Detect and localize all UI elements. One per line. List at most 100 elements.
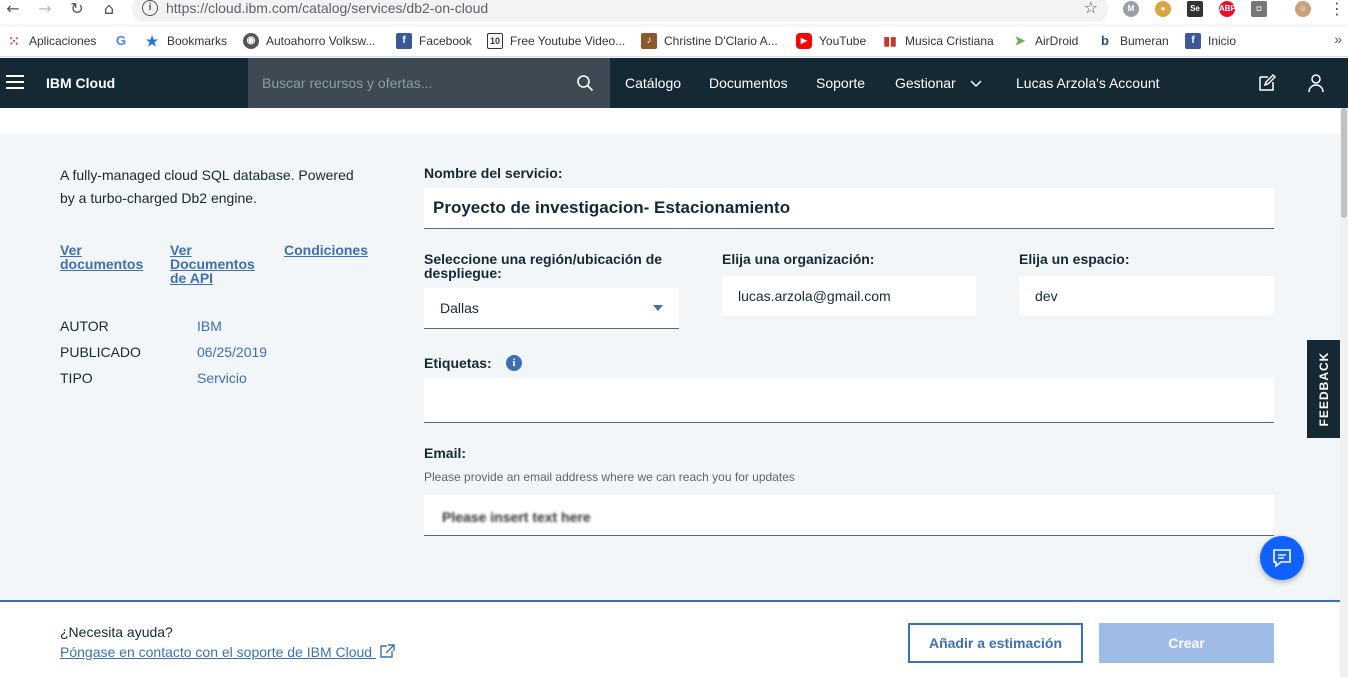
airdroid-icon: ➤ xyxy=(1014,33,1026,48)
link-line: de API xyxy=(170,270,214,286)
bookmark-label: Free Youtube Video... xyxy=(510,34,626,48)
bookmark-apps[interactable]: ⁙ Aplicaciones xyxy=(6,32,96,50)
ibm-cloud-header: IBM Cloud Catálogo Documentos Soporte Ge… xyxy=(0,58,1348,108)
facebook-icon: f xyxy=(1185,33,1201,49)
meta-key-type: TIPO xyxy=(60,370,93,386)
region-selected-value: Dallas xyxy=(440,300,479,316)
service-description: A fully-managed cloud SQL database. Powe… xyxy=(60,167,354,206)
region-select[interactable]: Dallas xyxy=(424,288,679,329)
meta-key-published: PUBLICADO xyxy=(60,344,141,360)
more-bookmarks-icon[interactable]: » xyxy=(1334,31,1342,47)
top-strip xyxy=(0,108,1340,134)
bookmark-label: Bumeran xyxy=(1120,34,1169,48)
search-icon[interactable] xyxy=(576,74,594,92)
profile-avatar-icon[interactable]: ☺ xyxy=(1295,1,1311,17)
add-to-estimate-button[interactable]: Añadir a estimación xyxy=(908,623,1083,663)
bookmark-bumeran[interactable]: b Bumeran xyxy=(1097,32,1169,50)
terms-link[interactable]: Condiciones xyxy=(284,243,368,257)
bookmark-airdroid[interactable]: ➤ AirDroid xyxy=(1012,32,1079,50)
org-label: Elija una organización: xyxy=(722,251,875,267)
tags-label: Etiquetas: xyxy=(424,355,492,371)
support-link[interactable]: Póngase en contacto con el soporte de IB… xyxy=(60,644,395,660)
extension-m-icon[interactable]: M xyxy=(1123,1,1139,17)
bookmark-bookmarks[interactable]: ★ Bookmarks xyxy=(144,32,227,50)
view-api-docs-link[interactable]: Ver Documentos de API xyxy=(170,243,255,285)
youtube-icon: ▶ xyxy=(796,33,812,49)
bookmark-label: Aplicaciones xyxy=(29,34,97,48)
address-bar[interactable]: i https://cloud.ibm.com/catalog/services… xyxy=(132,0,1108,22)
bookmark-star-icon[interactable]: ☆ xyxy=(1084,0,1098,17)
service-name-input[interactable] xyxy=(424,188,1274,229)
email-label: Email: xyxy=(424,445,467,461)
nav-account[interactable]: Lucas Arzola's Account xyxy=(1016,75,1160,91)
nav-manage[interactable]: Gestionar xyxy=(895,75,956,91)
bookmark-inicio[interactable]: f Inicio xyxy=(1185,32,1236,50)
scrollbar-thumb[interactable] xyxy=(1341,108,1347,218)
space-input[interactable] xyxy=(1019,276,1274,315)
adblock-plus-icon[interactable]: ABP xyxy=(1219,1,1236,17)
view-docs-link[interactable]: Ver documentos xyxy=(60,243,143,271)
bookmark-free-youtube[interactable]: 10 Free Youtube Video... xyxy=(487,32,625,50)
back-icon[interactable]: ← xyxy=(2,0,24,20)
edit-icon[interactable] xyxy=(1257,73,1277,93)
music-note-icon: ♪ xyxy=(641,33,657,49)
bookmark-label: Facebook xyxy=(419,34,472,48)
info-icon[interactable]: i xyxy=(506,355,522,371)
external-link-icon xyxy=(380,644,395,658)
search-input[interactable] xyxy=(262,72,562,94)
bookmark-label: Musica Cristiana xyxy=(905,34,994,48)
nav-docs[interactable]: Documentos xyxy=(709,75,788,91)
search-bar xyxy=(248,58,610,108)
org-input[interactable] xyxy=(722,276,976,315)
bookmark-autoahorro[interactable]: ◉ Autoahorro Volksw... xyxy=(243,32,375,50)
service-name-label: Nombre del servicio: xyxy=(424,165,563,181)
google-icon: G xyxy=(115,33,127,48)
equalizer-icon: ▮▮ xyxy=(883,34,897,48)
cookie-extension-icon[interactable]: ● xyxy=(1155,1,1171,17)
bookmark-facebook[interactable]: f Facebook xyxy=(396,32,472,50)
bookmark-youtube[interactable]: ▶ YouTube xyxy=(796,32,866,50)
chat-icon xyxy=(1273,549,1291,568)
facebook-icon: f xyxy=(396,33,412,49)
meta-value-published: 06/25/2019 xyxy=(197,344,268,360)
email-hint: Please provide an email address where we… xyxy=(424,470,795,484)
forward-icon[interactable]: → xyxy=(34,0,56,20)
reload-icon[interactable]: ↻ xyxy=(66,0,88,20)
meta-value-author: IBM xyxy=(197,318,222,334)
bumeran-icon: b xyxy=(1097,33,1113,49)
browser-menu-icon[interactable]: ⋮ xyxy=(1326,0,1348,20)
help-question: ¿Necesita ayuda? xyxy=(60,624,173,640)
bookmark-christine[interactable]: ♪ Christine D'Clario A... xyxy=(641,32,778,50)
selenium-extension-icon[interactable]: Se xyxy=(1187,1,1203,17)
create-button[interactable]: Crear xyxy=(1099,623,1274,663)
bookmark-musica-cristiana[interactable]: ▮▮ Musica Cristiana xyxy=(882,32,994,50)
tags-input[interactable] xyxy=(424,378,1274,423)
nav-catalog[interactable]: Catálogo xyxy=(625,75,681,91)
globe-icon: ◉ xyxy=(243,33,259,49)
home-icon[interactable]: ⌂ xyxy=(98,0,120,20)
info-icon[interactable]: i xyxy=(142,0,158,16)
ten-icon: 10 xyxy=(487,33,503,49)
user-icon[interactable] xyxy=(1306,73,1326,93)
meta-value-type: Servicio xyxy=(197,370,247,386)
bookmark-google[interactable]: G xyxy=(113,32,136,50)
extension-bag-icon[interactable]: ◘ xyxy=(1251,1,1267,17)
bookmark-label: Inicio xyxy=(1208,34,1237,48)
feedback-tab[interactable]: FEEDBACK xyxy=(1307,340,1340,438)
feedback-label: FEEDBACK xyxy=(1316,351,1331,427)
hamburger-menu-icon[interactable] xyxy=(6,75,24,89)
caret-down-icon xyxy=(653,305,663,311)
support-link-label: Póngase en contacto con el soporte de IB… xyxy=(60,644,373,660)
bookmark-label: YouTube xyxy=(819,34,867,48)
nav-support[interactable]: Soporte xyxy=(816,75,865,91)
bookmark-label: AirDroid xyxy=(1035,34,1079,48)
email-placeholder: Please insert text here xyxy=(442,509,591,525)
browser-toolbar: ← → ↻ ⌂ i https://cloud.ibm.com/catalog/… xyxy=(0,0,1348,24)
chat-button[interactable] xyxy=(1260,536,1304,580)
bookmark-label: Autoahorro Volksw... xyxy=(266,34,376,48)
chevron-down-icon[interactable] xyxy=(968,75,984,91)
brand-logo[interactable]: IBM Cloud xyxy=(46,75,115,91)
region-label: Seleccione una región/ubicación de despl… xyxy=(424,251,663,281)
url-text[interactable]: https://cloud.ibm.com/catalog/services/d… xyxy=(166,0,488,16)
bookmarks-bar: ⁙ Aplicaciones G ★ Bookmarks ◉ Autoahorr… xyxy=(0,27,1348,57)
